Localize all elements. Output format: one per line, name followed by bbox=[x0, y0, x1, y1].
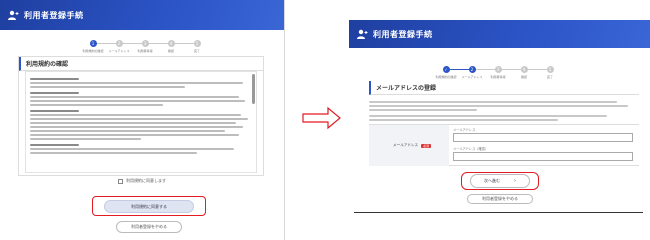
right-header: 利用者登録手続 bbox=[349, 20, 650, 48]
text-line bbox=[369, 101, 618, 103]
step-3: 3 利用者情報 bbox=[132, 40, 158, 53]
step-5: 5 完了 bbox=[537, 66, 563, 79]
chevron-right-icon: › bbox=[514, 178, 516, 184]
step-label: 利用規約の確認 bbox=[82, 49, 104, 53]
step-label: 完了 bbox=[546, 75, 553, 79]
step-dot: 2 bbox=[115, 40, 123, 47]
text-line bbox=[30, 152, 197, 154]
terms-text-area[interactable] bbox=[25, 71, 257, 173]
text-line bbox=[30, 104, 164, 106]
text-line bbox=[30, 86, 186, 88]
text-line bbox=[30, 126, 244, 128]
step-label: 利用規約の確認 bbox=[435, 75, 457, 79]
cancel-registration-button[interactable]: 利用者登録をやめる bbox=[116, 221, 182, 233]
agree-next-button[interactable]: 利用規約に同意する bbox=[104, 200, 194, 213]
arrow-right-icon bbox=[302, 106, 341, 130]
step-label: 完了 bbox=[193, 49, 200, 53]
text-line bbox=[369, 109, 477, 111]
left-screen: 利用者登録手続 1 利用規約の確認 2 メールアドレス 3 利用者情報 4 確認 5 完了… bbox=[0, 0, 285, 240]
step-label: 利用者情報 bbox=[137, 49, 153, 53]
next-button-label: 次へ進む bbox=[484, 178, 500, 183]
text-line bbox=[30, 92, 79, 94]
user-plus-icon bbox=[357, 29, 368, 39]
text-line bbox=[30, 122, 237, 124]
section-title: メールアドレスの登録 bbox=[369, 81, 639, 95]
form-label: メールアドレス bbox=[393, 143, 419, 147]
user-plus-icon bbox=[8, 10, 19, 20]
step-dot: 4 bbox=[520, 66, 528, 73]
step-label: 確認 bbox=[167, 49, 174, 53]
step-label: メールアドレス bbox=[461, 75, 483, 79]
text-line bbox=[30, 134, 239, 136]
text-line bbox=[30, 118, 248, 120]
email-section: メールアドレスの登録 bbox=[369, 81, 639, 123]
step-label: メールアドレス bbox=[108, 49, 130, 53]
step-1: 1 利用規約の確認 bbox=[80, 40, 106, 53]
left-header: 利用者登録手続 bbox=[0, 0, 284, 30]
text-line bbox=[30, 114, 241, 116]
step-dot-done: ✓ bbox=[442, 66, 450, 73]
text-line bbox=[30, 96, 239, 98]
text-line bbox=[30, 82, 244, 84]
terms-box: 利用規約の確認 bbox=[18, 56, 264, 176]
text-line bbox=[30, 138, 141, 140]
section-title: 利用規約の確認 bbox=[19, 57, 263, 71]
step-dot: 3 bbox=[141, 40, 149, 47]
step-dot: 5 bbox=[546, 66, 554, 73]
step-label: 確認 bbox=[520, 75, 527, 79]
step-2: 2 メールアドレス bbox=[459, 66, 485, 79]
text-line bbox=[30, 78, 79, 80]
email-form: メールアドレス 必須 メールアドレス メールアドレス（確認） bbox=[369, 124, 639, 166]
left-title: 利用者登録手続 bbox=[24, 10, 84, 20]
divider bbox=[354, 212, 643, 213]
text-line bbox=[30, 148, 235, 150]
instruction-text bbox=[369, 101, 639, 121]
step-3: 3 利用者情報 bbox=[485, 66, 511, 79]
text-line bbox=[369, 105, 629, 107]
step-dot-active: 1 bbox=[89, 40, 97, 47]
step-label: 利用者情報 bbox=[490, 75, 506, 79]
text-line bbox=[30, 130, 226, 132]
text-line bbox=[369, 119, 558, 121]
step-dot: 4 bbox=[167, 40, 175, 47]
email-confirm-label: メールアドレス（確認） bbox=[453, 147, 489, 151]
step-dot-active: 2 bbox=[468, 66, 476, 73]
step-4: 4 確認 bbox=[158, 40, 184, 53]
text-line bbox=[30, 144, 79, 146]
text-line bbox=[369, 115, 607, 117]
step-dot: 5 bbox=[193, 40, 201, 47]
agree-checkbox[interactable] bbox=[118, 178, 123, 184]
agree-checkbox-row[interactable]: 利用規約に同意します bbox=[118, 178, 166, 184]
email-input[interactable] bbox=[453, 133, 633, 142]
text-line bbox=[30, 110, 79, 112]
form-label-cell: メールアドレス 必須 bbox=[369, 125, 449, 166]
step-5: 5 完了 bbox=[184, 40, 210, 53]
step-4: 4 確認 bbox=[511, 66, 537, 79]
step-2: 2 メールアドレス bbox=[106, 40, 132, 53]
right-title: 利用者登録手続 bbox=[373, 29, 433, 39]
step-1: ✓ 利用規約の確認 bbox=[433, 66, 459, 79]
step-dot: 3 bbox=[494, 66, 502, 73]
agree-label: 利用規約に同意します bbox=[126, 178, 166, 183]
email-confirm-input[interactable] bbox=[453, 152, 633, 161]
next-button[interactable]: 次へ進む › bbox=[470, 174, 530, 188]
email-field-label: メールアドレス bbox=[453, 128, 476, 132]
cancel-registration-button[interactable]: 利用者登録をやめる bbox=[467, 194, 533, 204]
required-badge: 必須 bbox=[421, 143, 432, 148]
scrollbar[interactable] bbox=[252, 74, 255, 104]
text-line bbox=[30, 100, 246, 102]
